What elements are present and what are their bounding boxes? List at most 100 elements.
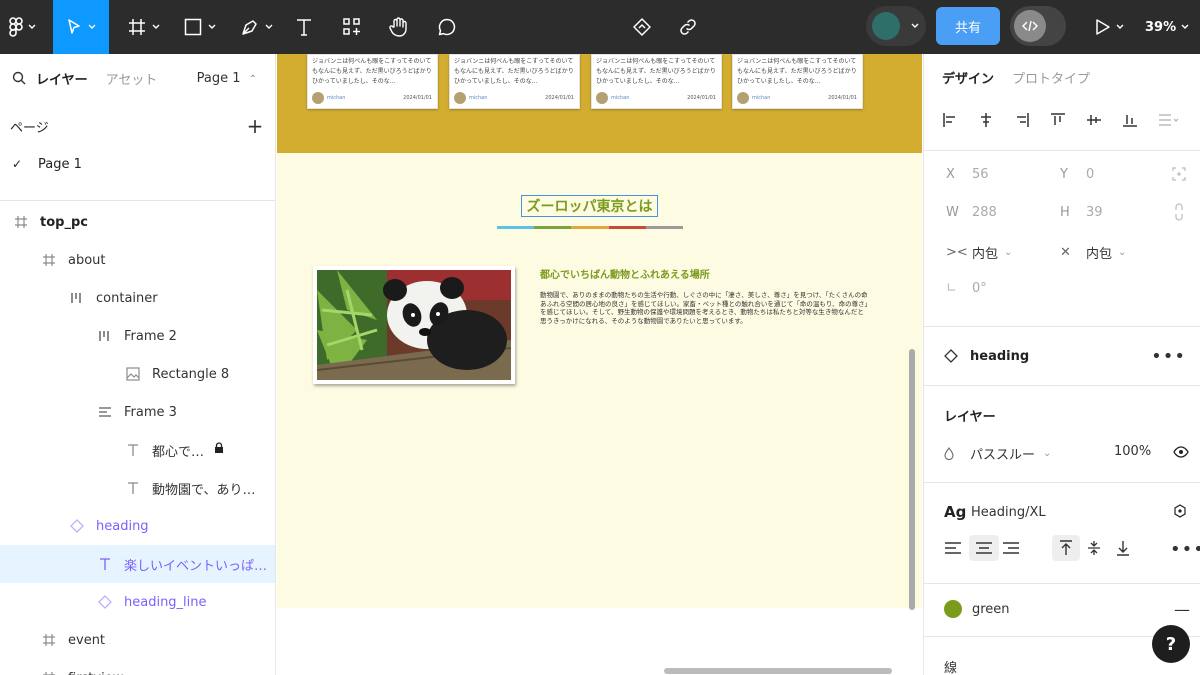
- collaborators-dropdown[interactable]: [866, 6, 926, 46]
- layer-about[interactable]: about: [0, 241, 275, 279]
- layer-frame-3[interactable]: Frame 3: [0, 393, 275, 431]
- about-section[interactable]: ズーロッパ東京とは 都心でいちばん動物とふれあえる場所 動物園で、ありのままの動…: [277, 153, 922, 608]
- copy-link-button[interactable]: [674, 0, 702, 54]
- align-top-icon[interactable]: [1050, 112, 1066, 128]
- x-field[interactable]: X 56: [946, 167, 989, 182]
- layer-event[interactable]: event: [0, 621, 275, 659]
- layer-text-toshin[interactable]: 都心で…: [0, 431, 275, 469]
- layer-text-dobutsuen[interactable]: 動物園で、あり…: [0, 469, 275, 507]
- tab-design[interactable]: デザイン: [942, 68, 994, 87]
- main-menu-button[interactable]: [6, 0, 40, 54]
- blend-mode-dropdown[interactable]: パススルー ⌄: [944, 444, 1051, 463]
- prototype-flow-button[interactable]: [628, 0, 656, 54]
- pen-tool-button[interactable]: [235, 0, 279, 54]
- component-name[interactable]: heading: [970, 349, 1029, 364]
- blog-card[interactable]: ジョバンニは何べんも眼をこすってそのいてもなんにも見えず、ただ黒いびろうどばかり…: [449, 54, 580, 109]
- resources-tool-button[interactable]: [338, 0, 366, 54]
- eye-icon[interactable]: [1173, 446, 1189, 458]
- blend-mode-value: パススルー: [970, 448, 1036, 463]
- components-grid-icon: [343, 18, 360, 35]
- y-field[interactable]: Y 0: [1060, 167, 1094, 182]
- design-canvas[interactable]: ジョバンニは何べんも眼をこすってそのいてもなんにも見えず、ただ黒いびろうどばかり…: [277, 54, 922, 675]
- tab-assets[interactable]: アセット: [106, 69, 158, 88]
- tab-layers[interactable]: レイヤー: [36, 69, 88, 88]
- layer-container[interactable]: container: [0, 279, 275, 317]
- width-field[interactable]: W 288: [946, 205, 997, 220]
- align-right-icon[interactable]: [1014, 112, 1030, 128]
- move-tool-button[interactable]: [53, 0, 109, 54]
- autolayout-vertical-icon: [96, 403, 114, 421]
- align-bottom-icon[interactable]: [1122, 112, 1138, 128]
- page-item[interactable]: ✓ Page 1: [0, 150, 275, 178]
- align-center-vertical-icon[interactable]: [1086, 112, 1102, 128]
- layer-firstview[interactable]: firstview: [0, 659, 275, 675]
- text-icon: [124, 479, 142, 497]
- present-button[interactable]: [1092, 0, 1128, 54]
- blog-card[interactable]: ジョバンニは何べんも眼をこすってそのいてもなんにも見えず、ただ黒いびろうどばかり…: [591, 54, 722, 109]
- layer-frame-2[interactable]: Frame 2: [0, 317, 275, 355]
- fill-name[interactable]: green: [972, 602, 1010, 617]
- blog-card[interactable]: ジョバンニは何べんも眼をこすってそのいてもなんにも見えず、ただ黒いびろうどばかり…: [307, 54, 438, 109]
- figma-logo-icon: [9, 17, 23, 37]
- layer-heading[interactable]: heading: [0, 507, 275, 545]
- constrain-proportions-icon[interactable]: [1174, 203, 1184, 221]
- comment-tool-button[interactable]: [433, 0, 461, 54]
- vertical-align-top-button[interactable]: [1052, 535, 1080, 561]
- card-date: 2024/01/01: [687, 95, 716, 101]
- align-left-icon[interactable]: [942, 112, 958, 128]
- help-button[interactable]: ?: [1152, 625, 1190, 663]
- panda-photo: [317, 270, 511, 380]
- align-center-horizontal-icon[interactable]: [978, 112, 994, 128]
- page-selector[interactable]: Page 1 ⌃: [197, 71, 257, 86]
- autolayout-horizontal-icon: [96, 327, 114, 345]
- component-instance-icon: [944, 349, 958, 363]
- hug-vertical-value: 内包: [1086, 247, 1113, 262]
- chevron-down-icon: [88, 24, 96, 29]
- tab-prototype[interactable]: プロトタイプ: [1012, 68, 1090, 87]
- layer-label: top_pc: [40, 214, 88, 230]
- panda-photo-frame[interactable]: [313, 266, 515, 384]
- layer-rectangle-8[interactable]: Rectangle 8: [0, 355, 275, 393]
- layer-text-event-selected[interactable]: 楽しいイベントいっぱ…: [0, 545, 275, 583]
- text-align-center-button[interactable]: [969, 535, 999, 561]
- selected-heading[interactable]: ズーロッパ東京とは: [521, 195, 658, 217]
- absolute-position-icon[interactable]: [1172, 167, 1186, 181]
- text-align-left-icon[interactable]: [944, 541, 962, 555]
- frame-tool-button[interactable]: [122, 0, 166, 54]
- opacity-field[interactable]: 100%: [1114, 444, 1151, 459]
- horizontal-resizing-dropdown[interactable]: >< 内包 ⌄: [946, 243, 1012, 262]
- more-text-options-icon[interactable]: •••: [1170, 539, 1200, 560]
- share-button[interactable]: 共有: [936, 7, 1000, 45]
- top-toolbar: 共有 39%: [0, 0, 1200, 54]
- vertical-align-bottom-icon[interactable]: [1116, 540, 1130, 556]
- height-field[interactable]: H 39: [1060, 205, 1103, 220]
- horizontal-scrollbar[interactable]: [664, 668, 892, 674]
- dev-mode-toggle[interactable]: [1010, 6, 1066, 46]
- style-settings-icon[interactable]: [1173, 504, 1187, 518]
- width-label: W: [946, 205, 959, 220]
- hand-tool-button[interactable]: [384, 0, 414, 54]
- vertical-align-middle-icon[interactable]: [1087, 540, 1101, 556]
- distribute-icon[interactable]: [1158, 112, 1180, 128]
- layer-heading-line[interactable]: heading_line: [0, 583, 275, 621]
- blog-card[interactable]: ジョバンニは何べんも眼をこすってそのいてもなんにも見えず、ただ黒いびろうどばかり…: [732, 54, 863, 109]
- right-panel-tabs: デザイン プロトタイプ: [924, 54, 1200, 100]
- add-page-icon[interactable]: +: [245, 114, 265, 138]
- vertical-resizing-dropdown[interactable]: ✕ 内包 ⌄: [1060, 243, 1126, 262]
- more-options-icon[interactable]: •••: [1151, 346, 1186, 367]
- zoom-dropdown[interactable]: 39%: [1145, 0, 1190, 54]
- text-align-right-icon[interactable]: [1002, 541, 1020, 555]
- card-text: ジョバンニは何べんも眼をこすってそのいてもなんにも見えず、ただ黒いびろうどばかり…: [596, 58, 716, 85]
- lock-icon[interactable]: [214, 442, 224, 458]
- text-style-name[interactable]: Heading/XL: [971, 505, 1046, 520]
- width-value: 288: [972, 205, 997, 220]
- shape-tool-button[interactable]: [178, 0, 222, 54]
- vertical-scrollbar[interactable]: [909, 349, 915, 610]
- search-icon[interactable]: [12, 71, 26, 85]
- layer-top-pc[interactable]: top_pc: [0, 203, 275, 241]
- fill-color-swatch[interactable]: [944, 600, 962, 618]
- chevron-down-icon: [911, 23, 919, 28]
- remove-fill-icon[interactable]: —: [1174, 600, 1190, 619]
- rotation-field[interactable]: ∟ 0°: [946, 281, 987, 296]
- text-tool-button[interactable]: [290, 0, 318, 54]
